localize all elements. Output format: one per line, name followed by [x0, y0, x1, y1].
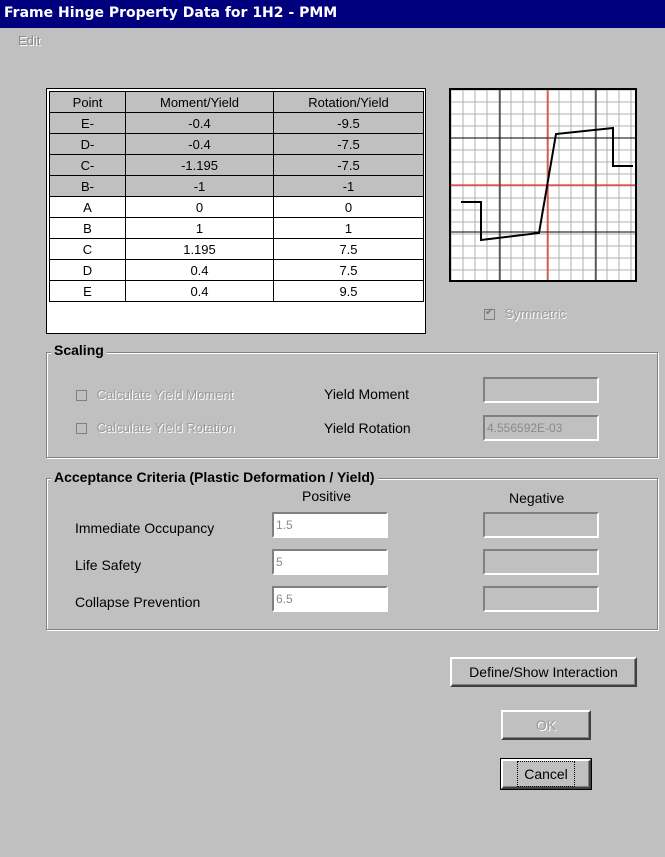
acceptance-criteria-title: Acceptance Criteria (Plastic Deformation…	[51, 469, 378, 485]
table-row: E- -0.4 -9.5	[49, 112, 424, 134]
immediate-occupancy-negative-field[interactable]	[483, 512, 599, 538]
cell-moment[interactable]: 1	[125, 217, 274, 239]
hinge-curve-svg	[450, 89, 635, 280]
hinge-points-grid: Point Moment/Yield Rotation/Yield E- -0.…	[46, 88, 426, 334]
collapse-prevention-negative-field[interactable]	[483, 586, 599, 612]
yield-moment-label: Yield Moment	[324, 386, 410, 402]
collapse-prevention-label: Collapse Prevention	[75, 594, 201, 610]
table-row: D 0.4 7.5	[49, 259, 424, 281]
calc-yield-rotation-checkbox[interactable]: Calculate Yield Rotation	[76, 420, 235, 435]
table-row: B- -1 -1	[49, 175, 424, 197]
cell-moment: -0.4	[125, 112, 274, 134]
cell-moment: -1	[125, 175, 274, 197]
negative-header: Negative	[509, 490, 565, 506]
table-row: B 1 1	[49, 217, 424, 239]
cell-point: A	[49, 196, 126, 218]
cancel-button-label: Cancel	[517, 761, 575, 787]
symmetric-check-icon[interactable]	[484, 307, 495, 321]
cell-moment: -0.4	[125, 133, 274, 155]
calc-yield-moment-checkbox[interactable]: Calculate Yield Moment	[76, 387, 233, 402]
cancel-button[interactable]: Cancel	[500, 758, 592, 790]
yield-rotation-label: Yield Rotation	[324, 420, 411, 436]
cell-point: B-	[49, 175, 126, 197]
ok-button[interactable]: OK	[501, 710, 591, 740]
cell-point: C-	[49, 154, 126, 176]
cell-moment[interactable]: 0.4	[125, 259, 274, 281]
cell-point: E-	[49, 112, 126, 134]
window-title: Frame Hinge Property Data for 1H2 - PMM	[0, 0, 665, 28]
cell-rotation: -9.5	[273, 112, 424, 134]
cell-point: C	[49, 238, 126, 260]
calc-yield-rotation-label: Calculate Yield Rotation	[96, 420, 235, 435]
table-row: D- -0.4 -7.5	[49, 133, 424, 155]
checkbox-box[interactable]	[76, 423, 87, 435]
column-header-rotation: Rotation/Yield	[273, 91, 424, 113]
life-safety-positive-field[interactable]: 5	[272, 549, 388, 575]
hinge-curve-plot	[449, 88, 637, 282]
cell-rotation[interactable]: 1	[273, 217, 424, 239]
cell-moment[interactable]: 0	[125, 196, 274, 218]
column-header-moment: Moment/Yield	[125, 91, 274, 113]
cell-rotation: -7.5	[273, 133, 424, 155]
cell-moment[interactable]: 1.195	[125, 238, 274, 260]
cell-moment: -1.195	[125, 154, 274, 176]
symmetric-checkbox[interactable]: Symmetric	[484, 306, 566, 321]
cell-rotation[interactable]: 9.5	[273, 280, 424, 302]
checkbox-box[interactable]	[76, 390, 87, 402]
cell-rotation: -7.5	[273, 154, 424, 176]
yield-rotation-field[interactable]: 4.556592E-03	[483, 415, 599, 441]
cell-point: D	[49, 259, 126, 281]
immediate-occupancy-positive-field[interactable]: 1.5	[272, 512, 388, 538]
scaling-title: Scaling	[51, 342, 107, 358]
life-safety-negative-field[interactable]	[483, 549, 599, 575]
hinge-points-table: Point Moment/Yield Rotation/Yield E- -0.…	[49, 91, 424, 302]
cell-point: D-	[49, 133, 126, 155]
cell-point: B	[49, 217, 126, 239]
symmetric-label: Symmetric	[504, 306, 567, 321]
collapse-prevention-positive-field[interactable]: 6.5	[272, 586, 388, 612]
immediate-occupancy-label: Immediate Occupancy	[75, 520, 215, 536]
calc-yield-moment-label: Calculate Yield Moment	[96, 387, 234, 402]
positive-header: Positive	[302, 488, 352, 504]
cell-rotation: -1	[273, 175, 424, 197]
cell-rotation[interactable]: 7.5	[273, 259, 424, 281]
table-row: E 0.4 9.5	[49, 280, 424, 302]
define-show-interaction-button[interactable]: Define/Show Interaction	[450, 657, 637, 687]
column-header-point: Point	[49, 91, 126, 113]
table-header-row: Point Moment/Yield Rotation/Yield	[49, 91, 424, 113]
cell-point: E	[49, 280, 126, 302]
menu-bar: Edit	[0, 31, 665, 51]
cell-moment[interactable]: 0.4	[125, 280, 274, 302]
life-safety-label: Life Safety	[75, 557, 142, 573]
scaling-group	[46, 352, 658, 458]
table-row: C 1.195 7.5	[49, 238, 424, 260]
table-row: A 0 0	[49, 196, 424, 218]
table-row: C- -1.195 -7.5	[49, 154, 424, 176]
menu-edit[interactable]: Edit	[18, 33, 40, 48]
yield-moment-field[interactable]	[483, 377, 599, 403]
cell-rotation[interactable]: 0	[273, 196, 424, 218]
cell-rotation[interactable]: 7.5	[273, 238, 424, 260]
